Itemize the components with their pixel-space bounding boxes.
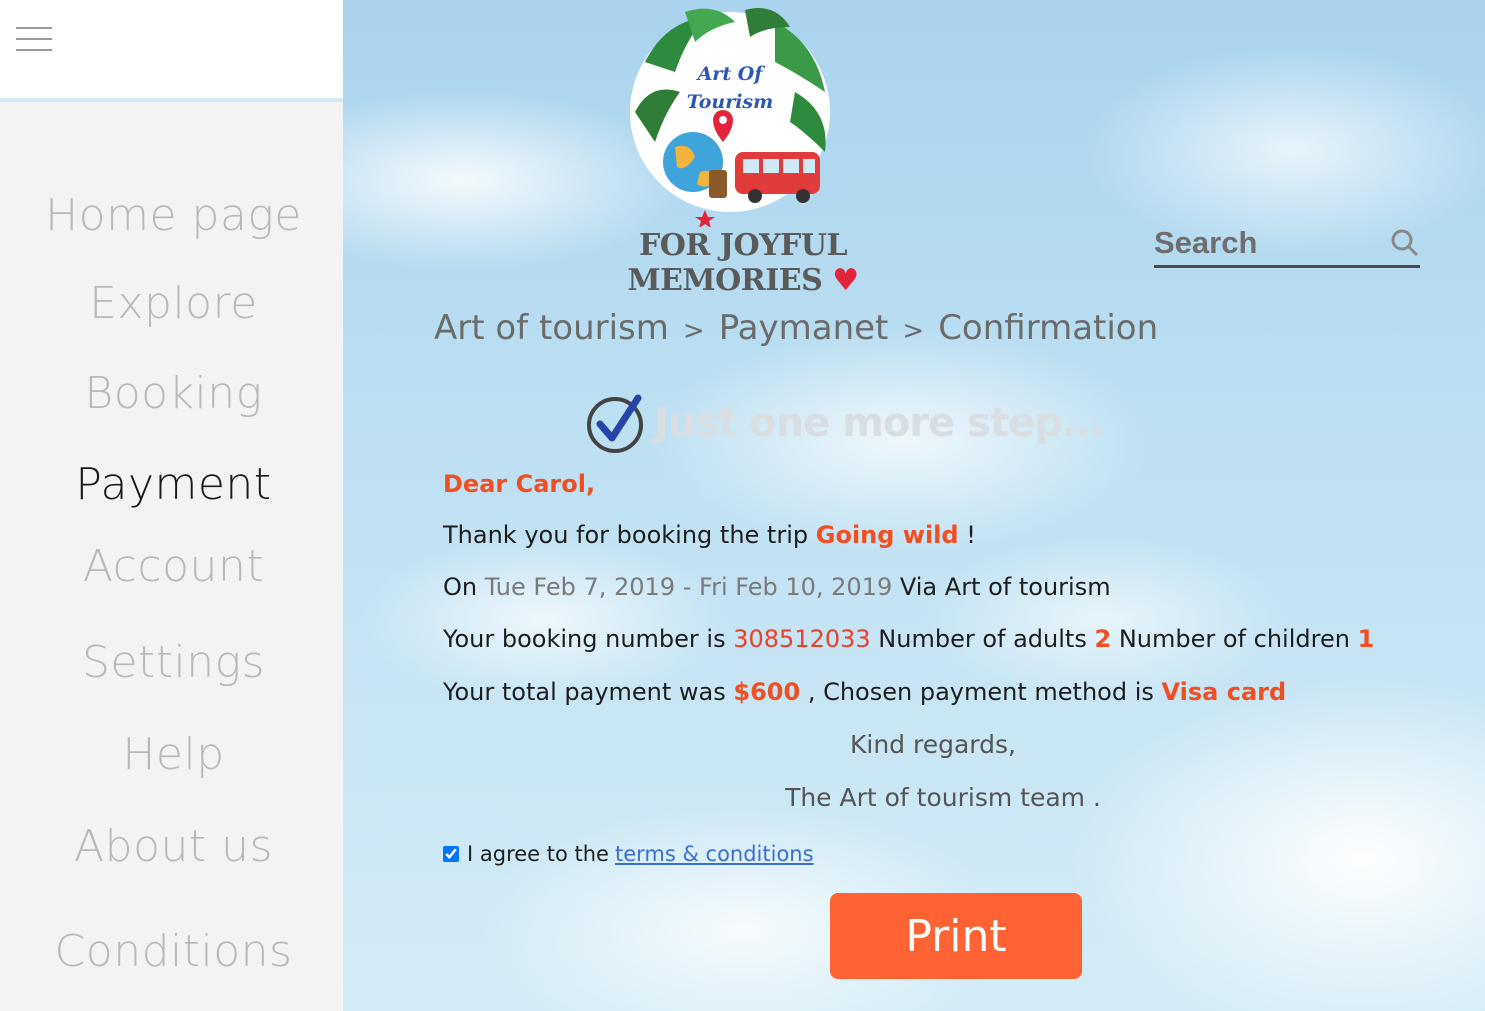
adults-label: Number of adults (878, 625, 1087, 653)
sidebar-item-explore[interactable]: Explore (0, 278, 347, 329)
terms-label: I agree to the (467, 842, 609, 866)
breadcrumb-separator: > (902, 316, 925, 346)
thanks-prefix: Thank you for booking the trip (443, 521, 809, 549)
terms-link[interactable]: terms & conditions (615, 842, 814, 866)
breadcrumb-separator: > (682, 316, 705, 346)
sidebar-item-payment[interactable]: Payment (0, 459, 347, 510)
method-label: , Chosen payment method is (807, 678, 1154, 706)
booking-line: Your booking number is 308512033 Number … (443, 625, 1374, 653)
sidebar-nav: Home page Explore Booking Payment Accoun… (0, 102, 347, 1011)
adults-count: 2 (1094, 625, 1112, 653)
svg-text:Tourism: Tourism (687, 91, 773, 113)
sidebar-item-about[interactable]: About us (0, 821, 347, 872)
hamburger-menu-icon[interactable] (16, 27, 52, 53)
trip-dates: Tue Feb 7, 2019 - Fri Feb 10, 2019 (484, 573, 893, 601)
children-count: 1 (1357, 625, 1375, 653)
breadcrumb-confirmation: Confirmation (938, 308, 1159, 348)
payment-label: Your total payment was (443, 678, 726, 706)
sidebar-item-booking[interactable]: Booking (0, 368, 347, 419)
sidebar-item-settings[interactable]: Settings (0, 637, 347, 688)
via-label: Via Art of tourism (899, 573, 1111, 601)
payment-method: Visa card (1161, 678, 1287, 706)
greeting: Dear Carol, (443, 470, 596, 498)
logo: Art Of Tourism (625, 2, 835, 228)
children-label: Number of children (1118, 625, 1350, 653)
tagline-text: FOR JOYFUL MEMORIES (627, 228, 848, 298)
search-box (1154, 222, 1420, 268)
terms-agreement: I agree to the terms & conditions (443, 842, 814, 866)
search-icon[interactable] (1390, 228, 1420, 258)
payment-line: Your total payment was $600 , Chosen pay… (443, 678, 1286, 706)
thanks-line: Thank you for booking the trip Going wil… (443, 521, 976, 549)
thanks-suffix: ! (966, 521, 976, 549)
step-heading-text: Just one more step... (654, 400, 1105, 446)
signature: The Art of tourism team . (785, 783, 1101, 812)
tagline: FOR JOYFUL MEMORIES ♥ (543, 228, 943, 298)
sidebar-item-home[interactable]: Home page (0, 190, 347, 241)
booking-label: Your booking number is (443, 625, 726, 653)
print-button[interactable]: Print (830, 893, 1082, 979)
sidebar-header (0, 0, 343, 100)
breadcrumb-home[interactable]: Art of tourism (434, 308, 669, 348)
step-heading: Just one more step... (586, 392, 1105, 454)
booking-number: 308512033 (733, 625, 871, 653)
svg-text:Art Of: Art Of (696, 63, 766, 85)
search-input[interactable] (1154, 222, 1379, 264)
heart-icon: ♥ (832, 263, 859, 298)
checkmark-icon (587, 394, 643, 453)
dates-line: On Tue Feb 7, 2019 - Fri Feb 10, 2019 Vi… (443, 573, 1111, 601)
on-label: On (443, 573, 478, 601)
payment-total: $600 (733, 678, 801, 706)
main-content: Art Of Tourism FOR JOYFUL MEMORIES ♥ Art… (343, 0, 1485, 1011)
trip-name: Going wild (815, 521, 959, 549)
regards: Kind regards, (850, 730, 1016, 759)
sidebar-item-conditions[interactable]: Conditions (0, 926, 347, 977)
breadcrumb: Art of tourism > Paymanet > Confirmation (434, 308, 1158, 348)
sidebar-item-help[interactable]: Help (0, 729, 347, 780)
terms-checkbox[interactable] (443, 846, 459, 862)
sidebar-item-account[interactable]: Account (0, 541, 347, 592)
breadcrumb-payment[interactable]: Paymanet (719, 308, 889, 348)
